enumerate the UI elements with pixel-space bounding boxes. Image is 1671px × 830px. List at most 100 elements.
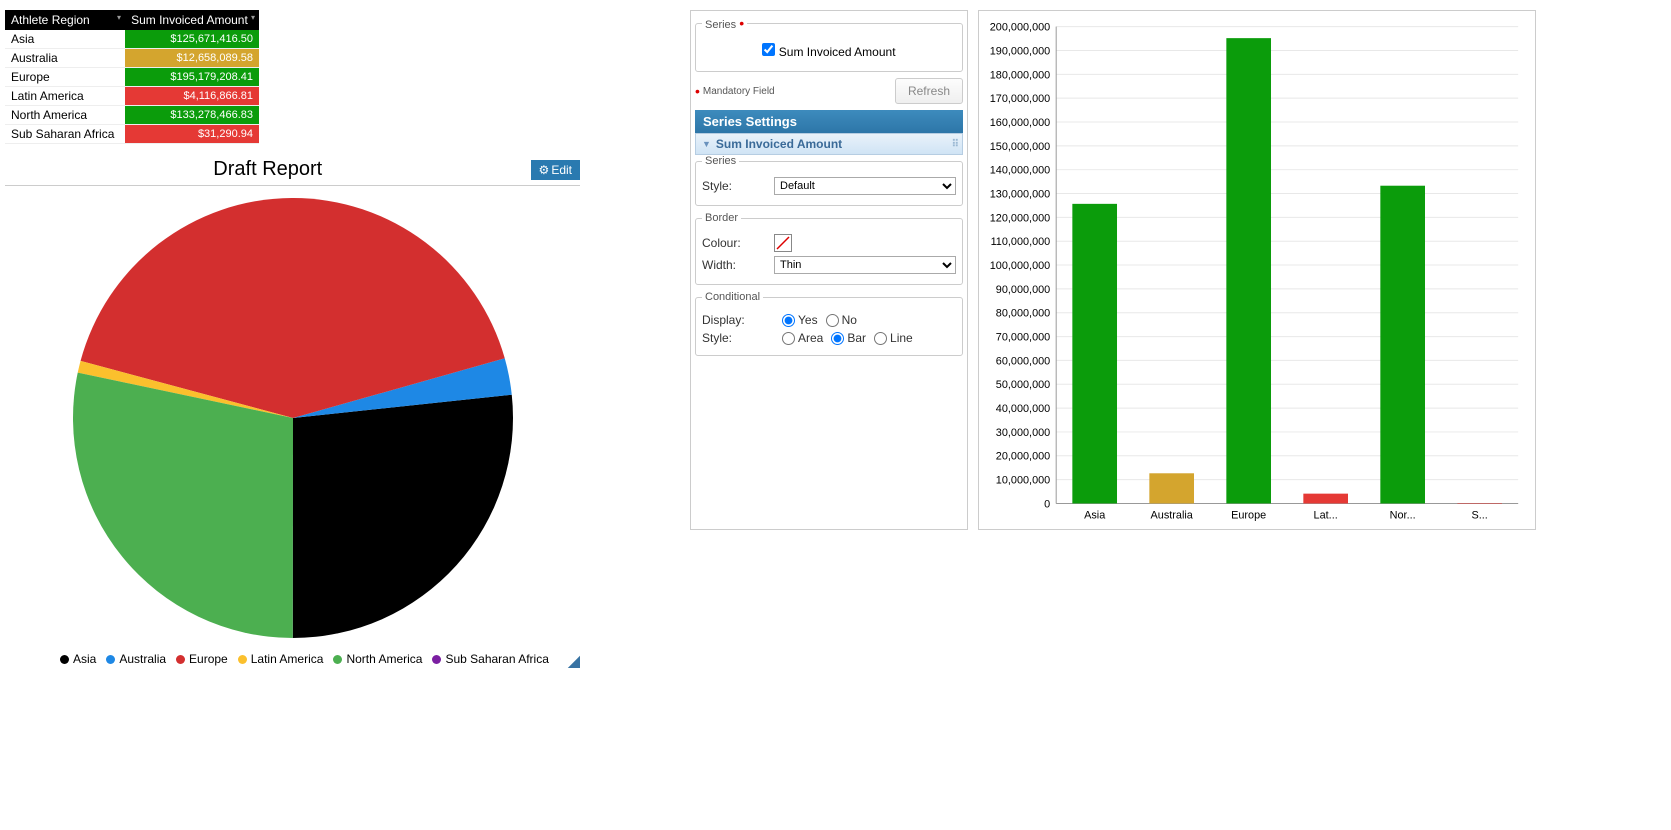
cell-region: Latin America: [5, 87, 125, 106]
bar: [1072, 204, 1117, 504]
bar: [1380, 186, 1425, 504]
style-select[interactable]: Default: [774, 177, 956, 195]
legend-label: Europe: [189, 652, 228, 666]
table-row: Europe$195,179,208.41: [5, 68, 259, 87]
series-subheader[interactable]: ▼ Sum Invoiced Amount ⠿: [695, 133, 963, 155]
cell-region: Europe: [5, 68, 125, 87]
svg-text:10,000,000: 10,000,000: [996, 475, 1050, 487]
svg-text:200,000,000: 200,000,000: [990, 22, 1050, 34]
colour-label: Colour:: [702, 236, 774, 250]
legend-item: Europe: [176, 652, 228, 666]
svg-text:Nor...: Nor...: [1390, 509, 1416, 521]
style-label: Style:: [702, 179, 774, 193]
sort-arrow-icon: ▾: [251, 13, 255, 22]
svg-text:0: 0: [1044, 498, 1050, 510]
col-amount[interactable]: Sum Invoiced Amount▾: [125, 10, 259, 30]
bar: [1303, 494, 1348, 504]
display-yes-radio[interactable]: [782, 314, 795, 327]
cell-amount: $133,278,466.83: [125, 106, 259, 125]
series-fieldset: Series • Sum Invoiced Amount: [695, 15, 963, 72]
display-label: Display:: [702, 313, 774, 327]
required-icon: •: [739, 15, 744, 31]
edit-button[interactable]: ⚙Edit: [531, 160, 580, 180]
table-row: Asia$125,671,416.50: [5, 30, 259, 49]
cell-region: Australia: [5, 49, 125, 68]
svg-text:110,000,000: 110,000,000: [991, 236, 1051, 248]
pie-chart: [73, 198, 513, 638]
svg-text:190,000,000: 190,000,000: [990, 45, 1050, 57]
bar-chart: 0 10,000,000 20,000,000 30,000,000 40,000,00…: [978, 10, 1536, 530]
svg-text:140,000,000: 140,000,000: [990, 165, 1050, 177]
resize-handle-icon[interactable]: ◢: [568, 651, 580, 671]
legend-swatch-icon: [238, 655, 247, 664]
conditional-fieldset: Conditional Display: Yes No Style: Area …: [695, 291, 963, 356]
cell-amount: $125,671,416.50: [125, 30, 259, 49]
table-row: Latin America$4,116,866.81: [5, 87, 259, 106]
legend-item: Asia: [60, 652, 96, 666]
legend-label: Australia: [119, 652, 166, 666]
width-select[interactable]: Thin: [774, 256, 956, 274]
svg-text:120,000,000: 120,000,000: [990, 212, 1050, 224]
svg-text:80,000,000: 80,000,000: [996, 308, 1050, 320]
svg-text:20,000,000: 20,000,000: [996, 451, 1050, 463]
legend-item: Sub Saharan Africa: [432, 652, 548, 666]
cell-amount: $12,658,089.58: [125, 49, 259, 68]
svg-text:160,000,000: 160,000,000: [990, 117, 1050, 129]
svg-text:Australia: Australia: [1151, 509, 1194, 521]
svg-text:150,000,000: 150,000,000: [990, 141, 1050, 153]
series-settings-header: Series Settings: [695, 110, 963, 133]
svg-text:50,000,000: 50,000,000: [996, 379, 1050, 391]
legend-label: North America: [346, 652, 422, 666]
series-checkbox-label: Sum Invoiced Amount: [779, 45, 896, 59]
legend-label: Asia: [73, 652, 96, 666]
style-line-radio[interactable]: [874, 332, 887, 345]
legend-swatch-icon: [176, 655, 185, 664]
svg-text:90,000,000: 90,000,000: [996, 284, 1050, 296]
bar: [1149, 473, 1194, 503]
legend-swatch-icon: [60, 655, 69, 664]
svg-text:70,000,000: 70,000,000: [996, 332, 1050, 344]
table-row: Australia$12,658,089.58: [5, 49, 259, 68]
refresh-button[interactable]: Refresh: [895, 78, 963, 104]
drag-grip-icon[interactable]: ⠿: [952, 139, 958, 150]
cell-region: Sub Saharan Africa: [5, 125, 125, 144]
cell-amount: $31,290.94: [125, 125, 259, 144]
pie-legend: Asia Australia Europe Latin America North Am…: [60, 652, 549, 666]
svg-text:Lat...: Lat...: [1314, 509, 1338, 521]
cell-amount: $4,116,866.81: [125, 87, 259, 106]
legend-swatch-icon: [333, 655, 342, 664]
table-row: Sub Saharan Africa$31,290.94: [5, 125, 259, 144]
colour-picker[interactable]: [774, 234, 792, 252]
collapse-arrow-icon: ▼: [702, 139, 711, 149]
svg-text:40,000,000: 40,000,000: [996, 403, 1050, 415]
svg-text:30,000,000: 30,000,000: [996, 427, 1050, 439]
cell-region: North America: [5, 106, 125, 125]
style-area-radio[interactable]: [782, 332, 795, 345]
legend-swatch-icon: [106, 655, 115, 664]
legend-label: Sub Saharan Africa: [445, 652, 548, 666]
legend-item: Latin America: [238, 652, 324, 666]
col-region[interactable]: Athlete Region▾: [5, 10, 125, 30]
table-row: North America$133,278,466.83: [5, 106, 259, 125]
settings-panel: Series • Sum Invoiced Amount •Mandatory …: [690, 10, 968, 530]
pie-slice: [73, 373, 293, 638]
cell-region: Asia: [5, 30, 125, 49]
display-no-radio[interactable]: [826, 314, 839, 327]
svg-text:60,000,000: 60,000,000: [996, 355, 1050, 367]
series-style-fieldset: Series Style: Default: [695, 155, 963, 206]
legend-swatch-icon: [432, 655, 441, 664]
svg-text:180,000,000: 180,000,000: [990, 69, 1050, 81]
legend-item: North America: [333, 652, 422, 666]
width-label: Width:: [702, 258, 774, 272]
svg-text:S...: S...: [1471, 509, 1487, 521]
svg-text:130,000,000: 130,000,000: [990, 188, 1050, 200]
region-summary-table: Athlete Region▾ Sum Invoiced Amount▾ Asi…: [5, 10, 259, 144]
mandatory-note: •Mandatory Field: [695, 83, 775, 99]
style-bar-radio[interactable]: [831, 332, 844, 345]
series-checkbox[interactable]: [762, 43, 775, 56]
svg-text:Asia: Asia: [1084, 509, 1106, 521]
bar: [1226, 38, 1271, 503]
cond-style-label: Style:: [702, 331, 774, 345]
pie-slice: [293, 395, 513, 638]
sort-arrow-icon: ▾: [117, 13, 121, 22]
